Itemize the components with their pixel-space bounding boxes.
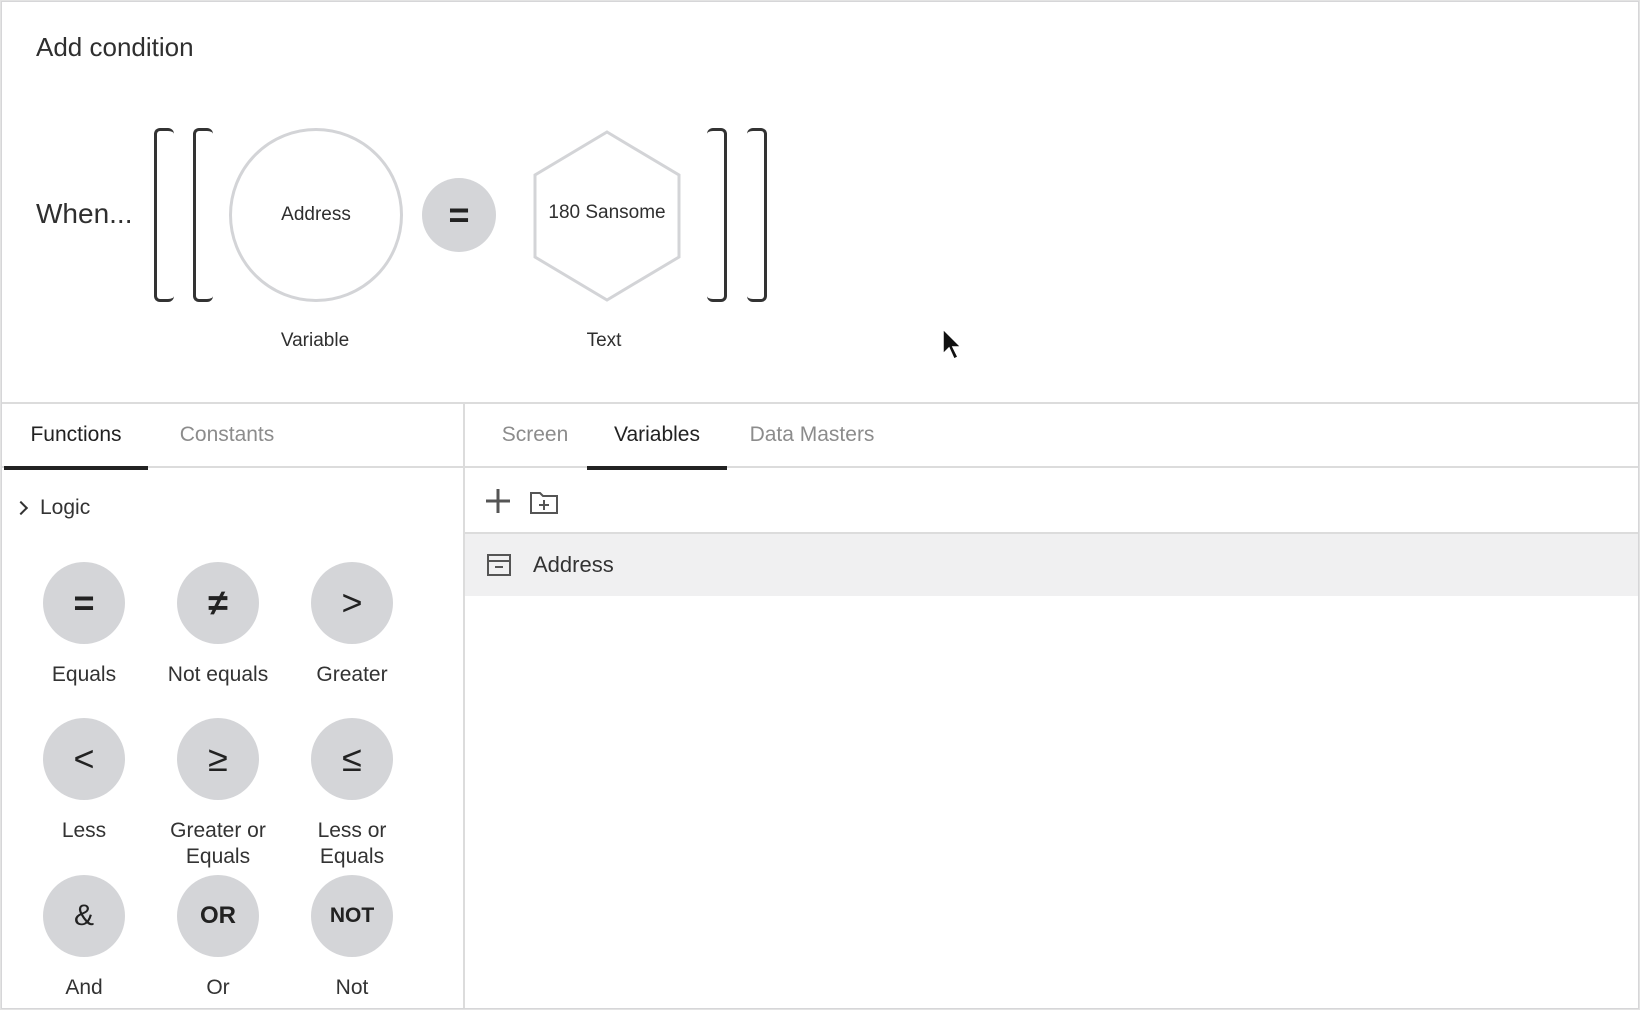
outer-close-bracket xyxy=(747,128,767,302)
not-equals-icon: ≠ xyxy=(177,562,259,644)
not-icon: NOT xyxy=(311,875,393,957)
function-label: Greater xyxy=(316,663,388,686)
function-label: Equals xyxy=(51,663,117,686)
function-label: Greater or Equals xyxy=(170,819,266,868)
mouse-cursor-icon xyxy=(942,328,963,361)
inner-close-bracket xyxy=(707,128,727,302)
or-icon: OR xyxy=(177,875,259,957)
greater-or-equals-icon: ≥ xyxy=(177,718,259,800)
left-operand-variable[interactable]: Address xyxy=(229,128,403,302)
variable-row-address[interactable]: Address xyxy=(465,534,1638,596)
variables-toolbar xyxy=(465,470,1638,534)
right-operand-type: Text xyxy=(586,330,622,351)
dialog-title: Add condition xyxy=(36,32,194,62)
data-panel: Screen Variables Data Masters Address xyxy=(465,404,1638,1008)
function-label: Not equals xyxy=(167,663,269,686)
function-equals[interactable]: = Equals xyxy=(17,562,151,688)
outer-open-bracket xyxy=(154,128,174,302)
tab-data-masters[interactable]: Data Masters xyxy=(737,404,887,468)
function-and[interactable]: & And xyxy=(17,875,151,1001)
when-label: When... xyxy=(36,198,133,229)
chevron-right-icon xyxy=(13,500,29,516)
tab-screen[interactable]: Screen xyxy=(485,404,585,468)
left-operand-type: Variable xyxy=(280,330,350,351)
tab-constants[interactable]: Constants xyxy=(152,404,302,468)
functions-tabbar: Functions Constants xyxy=(2,404,463,470)
data-tabbar: Screen Variables Data Masters xyxy=(465,404,1638,470)
function-greater-or-equals[interactable]: ≥ Greater or Equals xyxy=(151,718,285,870)
function-label: And xyxy=(65,976,103,999)
plus-icon[interactable] xyxy=(481,484,515,518)
function-label: Not xyxy=(335,976,369,999)
variable-name: Address xyxy=(533,552,614,577)
condition-builder: Add condition When... Address Variable =… xyxy=(2,2,1638,404)
right-operand-value: 180 Sansome xyxy=(548,202,666,223)
functions-panel: Functions Constants Logic = Equals ≠ Not… xyxy=(2,404,465,1008)
logic-group-toggle[interactable]: Logic xyxy=(13,496,91,520)
function-label: Less or Equals xyxy=(317,819,387,868)
function-not[interactable]: NOT Not xyxy=(285,875,419,1001)
function-less[interactable]: < Less xyxy=(17,718,151,844)
variable-box-icon xyxy=(487,554,511,576)
inner-open-bracket xyxy=(193,128,213,302)
less-icon: < xyxy=(43,718,125,800)
operator-equals[interactable]: = xyxy=(422,178,496,252)
function-label: Or xyxy=(206,976,230,999)
operator-symbol: = xyxy=(448,194,470,235)
function-not-equals[interactable]: ≠ Not equals xyxy=(151,562,285,688)
function-or[interactable]: OR Or xyxy=(151,875,285,1001)
left-operand-value: Address xyxy=(281,204,351,225)
less-or-equals-icon: ≤ xyxy=(311,718,393,800)
function-less-or-equals[interactable]: ≤ Less or Equals xyxy=(285,718,419,870)
logic-group-label: Logic xyxy=(40,496,91,519)
equals-icon: = xyxy=(43,562,125,644)
condition-dialog: Add condition When... Address Variable =… xyxy=(1,1,1639,1009)
folder-plus-icon[interactable] xyxy=(527,484,561,518)
function-label: Less xyxy=(61,819,107,842)
and-icon: & xyxy=(43,875,125,957)
greater-icon: > xyxy=(311,562,393,644)
tab-variables[interactable]: Variables xyxy=(587,404,727,470)
function-greater[interactable]: > Greater xyxy=(285,562,419,688)
tab-functions[interactable]: Functions xyxy=(4,404,148,470)
